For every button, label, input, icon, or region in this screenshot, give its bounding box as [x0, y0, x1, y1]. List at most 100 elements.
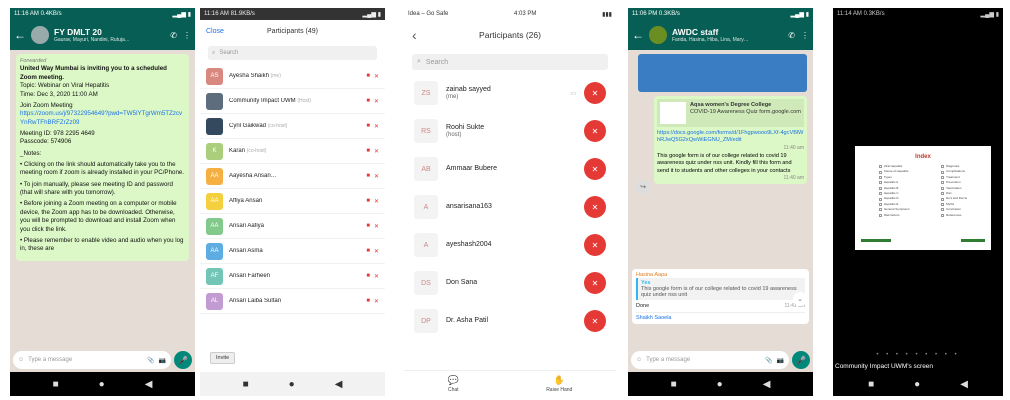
back-icon[interactable]: ◀: [145, 379, 153, 390]
message-input[interactable]: ☺ Type a message 📎 📷: [13, 351, 171, 369]
message-bubble[interactable]: Forwarded United Way Mumbai is inviting …: [16, 54, 189, 261]
chat-button[interactable]: 💬 Chat: [448, 375, 459, 393]
participant-row[interactable]: Cyril Gaikwad (co-host) ■ ✕: [200, 114, 385, 139]
status-time: 11:06 PM 0.3KB/s: [632, 11, 680, 17]
call-icon[interactable]: ✆: [170, 31, 177, 40]
participant-role: (co-host): [267, 123, 288, 129]
link-preview[interactable]: Aqsa women's Degree College COVID-19 Awa…: [657, 99, 804, 127]
message-input[interactable]: ☺ Type a message 📎 📷: [631, 351, 789, 369]
raise-hand-button[interactable]: ✋ Raise Hand: [546, 375, 572, 393]
participant-row[interactable]: AS Ayesha Shaikh (me) ■ ✕: [200, 64, 385, 89]
form-link[interactable]: https://docs.google.com/forms/d/1Fhgpwoo…: [657, 130, 804, 145]
attach-icon[interactable]: 📎: [147, 357, 154, 364]
call-icon[interactable]: ✆: [788, 31, 795, 40]
zoom-link[interactable]: https://zoom.us/j/97322954649?pwd=TW5lYT…: [20, 110, 182, 125]
invite-button[interactable]: Invite: [210, 352, 236, 364]
camera-icon[interactable]: 📷: [159, 357, 166, 364]
home-icon[interactable]: ●: [914, 379, 920, 390]
mic-muted-button[interactable]: ✕: [584, 120, 606, 142]
mic-muted-button[interactable]: ✕: [584, 158, 606, 180]
camera-icon[interactable]: 📷: [777, 357, 784, 364]
participant-avatar: DS: [414, 271, 438, 295]
participant-row[interactable]: AB Ammaar Bubere ✕: [404, 150, 616, 188]
recent-apps-icon[interactable]: ■: [868, 379, 874, 390]
participant-row[interactable]: AA Ansari Aafiya ■ ✕: [200, 214, 385, 239]
back-icon[interactable]: ◀: [763, 379, 771, 390]
back-icon[interactable]: ◀: [335, 379, 343, 390]
participant-row[interactable]: AA Affiya Ansari ■ ✕: [200, 189, 385, 214]
mic-muted-button[interactable]: ✕: [584, 272, 606, 294]
mic-muted-icon: ✕: [591, 88, 599, 98]
composer: ☺ Type a message 📎 📷 🎤: [13, 350, 192, 370]
share-icon[interactable]: ↪: [636, 180, 650, 194]
recent-apps-icon[interactable]: ■: [243, 379, 249, 390]
chat-title-block[interactable]: FY DMLT 20 Gaurav, Mayuri, Nandini, Rutu…: [54, 27, 165, 43]
mic-button[interactable]: 🎤: [174, 351, 192, 369]
participant-row[interactable]: K Karan (co-host) ■ ✕: [200, 139, 385, 164]
emoji-icon[interactable]: ☺: [636, 357, 642, 363]
bullet-box-icon: [878, 192, 882, 196]
mic-muted-button[interactable]: ✕: [584, 196, 606, 218]
back-icon[interactable]: ◀: [960, 379, 968, 390]
participant-row[interactable]: Aansarisana163 ✕: [404, 188, 616, 226]
quote-text: This google form is of our college relat…: [641, 286, 797, 298]
participant-avatar: AS: [206, 67, 223, 85]
participant-row[interactable]: AL Ansari Laiba Sultan ■ ✕: [200, 289, 385, 314]
page-dots[interactable]: • • • • • • • • •: [833, 352, 1003, 358]
participant-row[interactable]: Aayeshash2004 ✕: [404, 226, 616, 264]
participant-row[interactable]: AA Aayesha Ansari… ■ ✕: [200, 164, 385, 189]
search-input[interactable]: ⌕ Search: [208, 46, 377, 60]
bullet-box-icon: [941, 192, 945, 196]
mic-button[interactable]: 🎤: [792, 351, 810, 369]
search-input[interactable]: ⌕ Search: [412, 54, 608, 70]
participant-row[interactable]: DP Dr. Asha Patil ✕: [404, 302, 616, 340]
forwarded-label: Forwarded: [20, 58, 47, 64]
group-avatar[interactable]: [31, 26, 49, 44]
chat-title-block[interactable]: AWDC staff Farida, Hasina, Hiba, Lina, M…: [672, 27, 783, 43]
chat-subtitle: Gaurav, Mayuri, Nandini, Rutuja…: [54, 37, 130, 43]
participant-row[interactable]: Community Impact UWM (Host) ■ ✕: [200, 89, 385, 114]
home-icon[interactable]: ●: [289, 379, 295, 390]
status-time: 11:16 AM 81.9KB/s: [204, 11, 255, 17]
participant-row[interactable]: RS Roohi Sukte (host) ✕: [404, 112, 616, 150]
group-avatar[interactable]: [649, 26, 667, 44]
emoji-icon[interactable]: ☺: [18, 357, 24, 363]
link-message-bubble[interactable]: Aqsa women's Degree College COVID-19 Awa…: [654, 96, 807, 185]
status-time: 11:16 AM 0.4KB/s: [14, 11, 62, 17]
composer: ☺ Type a message 📎 📷 🎤: [631, 350, 810, 370]
search-icon: ⌕: [417, 58, 421, 65]
recent-apps-icon[interactable]: ■: [671, 379, 677, 390]
participant-avatar: DP: [414, 309, 438, 333]
participant-row[interactable]: AF Ansari Farheen ■ ✕: [200, 264, 385, 289]
scroll-down-icon[interactable]: ⌄: [793, 292, 807, 306]
home-icon[interactable]: ●: [99, 379, 105, 390]
back-arrow-icon[interactable]: ←: [632, 28, 644, 42]
mic-muted-button[interactable]: ✕: [584, 234, 606, 256]
mic-muted-button[interactable]: ✕: [584, 82, 606, 104]
chat-area[interactable]: Aqsa women's Degree College COVID-19 Awa…: [628, 50, 813, 372]
participant-avatar: AL: [206, 292, 223, 310]
more-options-icon[interactable]: ⋮: [183, 31, 191, 40]
mic-muted-icon: ✕: [373, 123, 379, 130]
participant-name: zainab sayyed: [446, 85, 491, 93]
video-off-icon: ■: [366, 272, 370, 279]
participant-row[interactable]: AA Ansari Asma ■ ✕: [200, 239, 385, 264]
home-icon[interactable]: ●: [717, 379, 723, 390]
reply-message-bubble[interactable]: Hasina Aapa Yes This google form is of o…: [632, 269, 809, 324]
more-options-icon[interactable]: ⋮: [801, 31, 809, 40]
participant-role: (co-host): [246, 148, 267, 154]
shared-slide[interactable]: Index Viral Hepatitis Cause of Hepatitis T…: [855, 146, 991, 250]
image-message[interactable]: [638, 54, 807, 92]
attach-icon[interactable]: 📎: [765, 357, 772, 364]
chat-area[interactable]: Forwarded United Way Mumbai is inviting …: [10, 50, 195, 372]
participant-name: Ansari Aafiya: [229, 223, 265, 229]
participant-name: Community Impact UWM: [229, 98, 296, 104]
close-button[interactable]: Close: [206, 28, 246, 35]
back-chevron-icon[interactable]: ‹: [412, 27, 432, 43]
back-arrow-icon[interactable]: ←: [14, 28, 26, 42]
participant-row[interactable]: DS Don Sana ✕: [404, 264, 616, 302]
participant-row[interactable]: ZS zainab sayyed (me) ▭ ✕: [404, 74, 616, 112]
recent-apps-icon[interactable]: ■: [53, 379, 59, 390]
mic-muted-button[interactable]: ✕: [584, 310, 606, 332]
quoted-message[interactable]: Yes This google form is of our college r…: [636, 278, 805, 300]
